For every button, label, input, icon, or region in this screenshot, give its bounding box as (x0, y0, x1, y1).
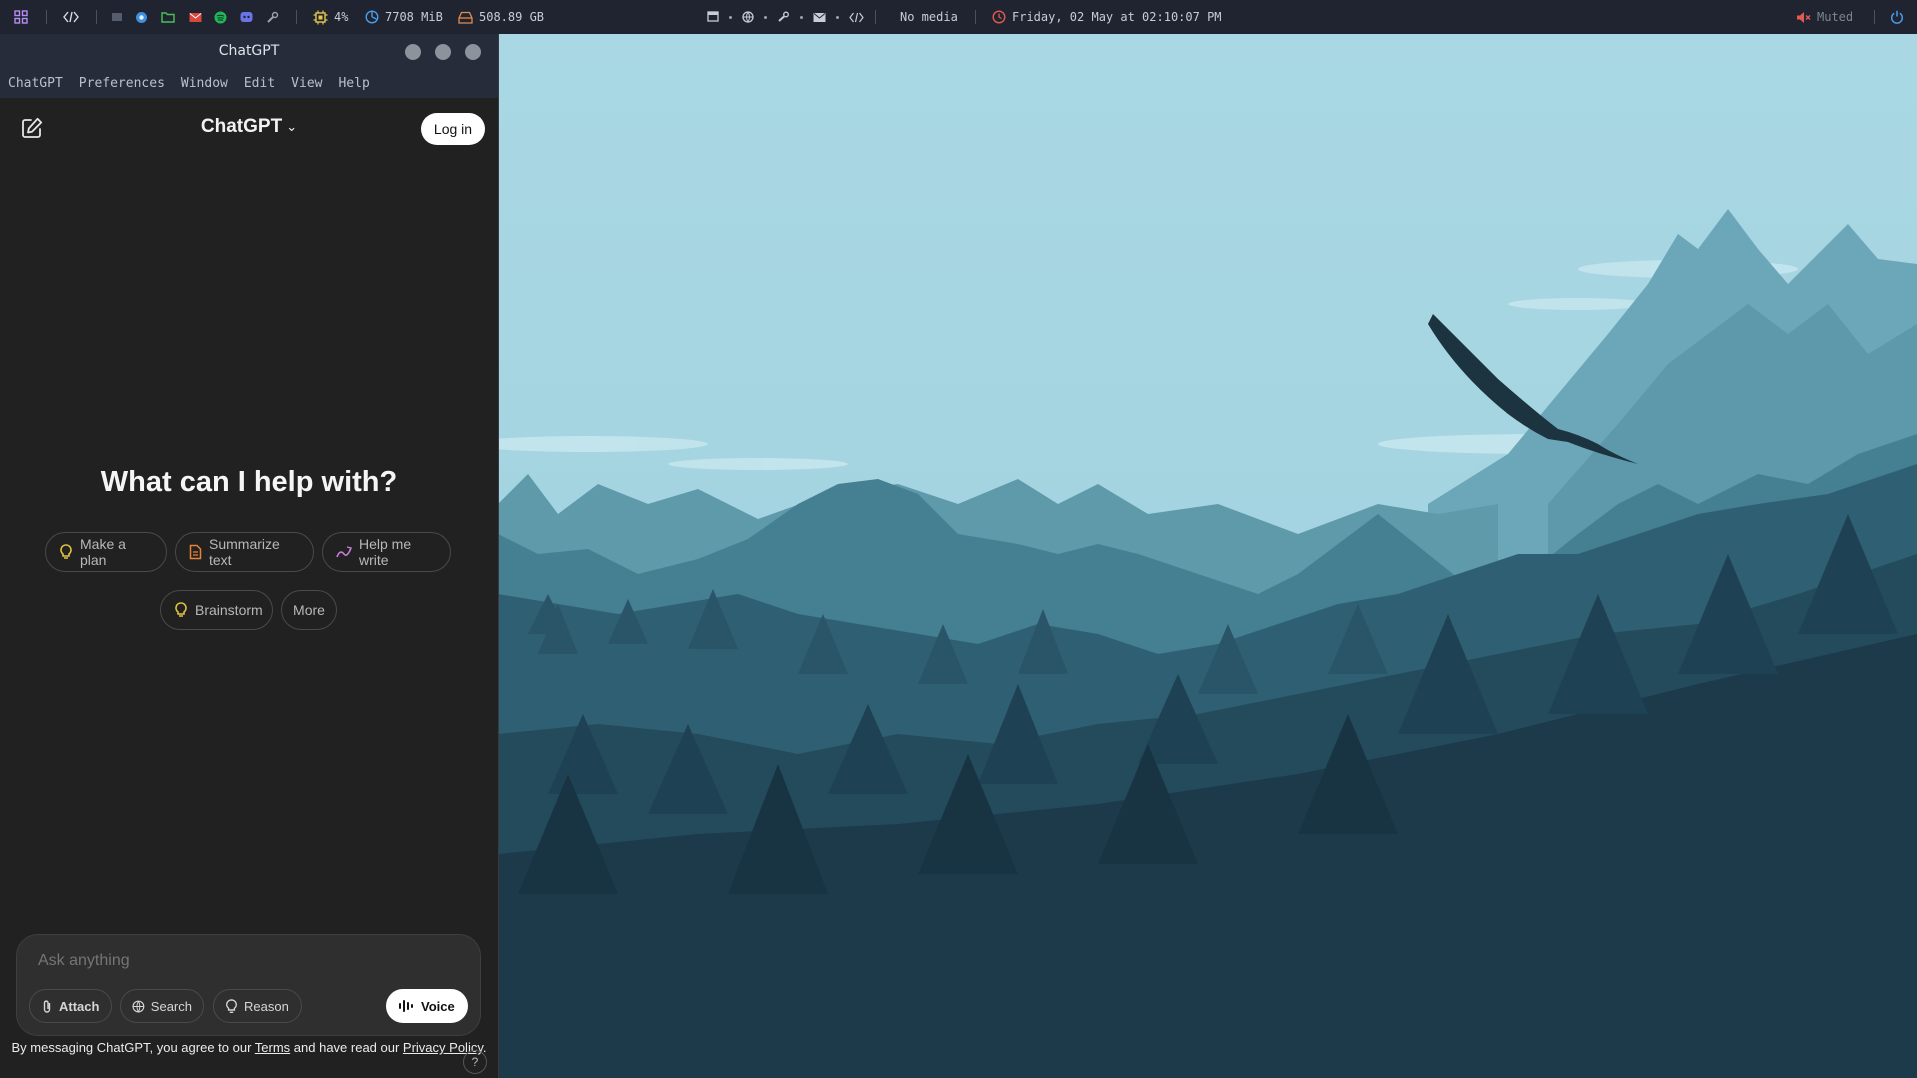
voice-waveform-icon (399, 1000, 413, 1012)
suggestion-label: Help me write (359, 536, 412, 568)
memory-icon (365, 10, 379, 24)
memory-stat: 7708 MiB (365, 0, 443, 34)
files-icon[interactable] (161, 0, 175, 34)
suggestion-summarize-text[interactable]: Summarize text (175, 532, 314, 572)
message-input[interactable] (36, 951, 460, 971)
chevron-down-icon: ⌄ (286, 119, 298, 134)
terms-link[interactable]: Terms (255, 1040, 290, 1055)
mail-icon[interactable] (189, 0, 202, 34)
volume-text: Muted (1817, 10, 1854, 24)
search-label: Search (150, 998, 192, 1014)
tray-mail-icon[interactable] (813, 12, 826, 23)
apps-grid-icon[interactable] (14, 0, 28, 34)
suggestion-label: More (293, 602, 325, 618)
search-button[interactable]: Search (120, 989, 204, 1023)
voice-button[interactable]: Voice (386, 989, 468, 1023)
maximize-button[interactable] (435, 44, 451, 60)
tray-window-icon[interactable] (707, 0, 864, 34)
menu-preferences[interactable]: Preferences (79, 76, 165, 91)
attach-label: Attach (59, 998, 100, 1014)
window-title: ChatGPT (218, 43, 280, 59)
steam-icon[interactable] (266, 0, 279, 34)
suggestion-label: Summarize text (209, 536, 280, 568)
window-titlebar[interactable]: ChatGPT (0, 34, 498, 68)
code-icon[interactable] (63, 0, 79, 34)
cpu-stat: 4% (313, 0, 348, 34)
terminal-icon[interactable] (111, 0, 123, 34)
suggestion-label: Brainstorm (195, 602, 263, 618)
muted-speaker-icon (1797, 11, 1811, 23)
lightbulb-icon (175, 602, 187, 617)
tray-globe-icon[interactable] (742, 11, 754, 23)
disclaimer-text: By messaging ChatGPT, you agree to our (11, 1040, 255, 1055)
document-icon (189, 544, 202, 560)
menu-help[interactable]: Help (338, 76, 369, 91)
media-status[interactable]: No media (900, 0, 958, 34)
tray-steam-icon[interactable] (777, 11, 790, 23)
power-icon[interactable] (1890, 0, 1904, 34)
clock[interactable]: Friday, 02 May at 02:10:07 PM (992, 0, 1222, 34)
disk-stat: 508.89 GB (458, 0, 544, 34)
terms-disclaimer: By messaging ChatGPT, you agree to our T… (0, 1041, 498, 1055)
help-button[interactable]: ? (463, 1050, 487, 1074)
disk-value: 508.89 GB (479, 10, 545, 24)
globe-icon (132, 1000, 145, 1013)
clock-icon (992, 10, 1006, 24)
spotify-icon[interactable] (214, 0, 227, 34)
menubar: ChatGPT Preferences Window Edit View Hel… (0, 68, 498, 98)
desktop-wallpaper (498, 34, 1917, 1078)
suggestion-label: Make a plan (80, 536, 126, 568)
suggestion-help-me-write[interactable]: Help me write (322, 532, 451, 572)
system-topbar: 4% 7708 MiB 508.89 GB No media Friday, 0… (0, 0, 1917, 34)
cpu-icon (313, 10, 328, 24)
menu-chatgpt[interactable]: ChatGPT (8, 76, 63, 91)
memory-value: 7708 MiB (385, 10, 443, 24)
attach-button[interactable]: Attach (29, 989, 112, 1023)
reason-label: Reason (244, 998, 289, 1014)
menu-window[interactable]: Window (181, 76, 228, 91)
suggestion-make-a-plan[interactable]: Make a plan (45, 532, 167, 572)
login-button[interactable]: Log in (421, 113, 485, 145)
menu-edit[interactable]: Edit (244, 76, 275, 91)
close-button[interactable] (465, 44, 481, 60)
model-name: ChatGPT (200, 116, 283, 137)
cpu-value: 4% (334, 10, 349, 24)
chatgpt-window: ChatGPT ChatGPT Preferences Window Edit … (0, 34, 499, 1078)
disclaimer-text: and have read our (290, 1040, 403, 1055)
suggestion-brainstorm[interactable]: Brainstorm (160, 590, 273, 630)
menu-view[interactable]: View (291, 76, 322, 91)
lightbulb-icon (226, 998, 237, 1013)
reason-button[interactable]: Reason (213, 989, 302, 1023)
disk-icon (458, 11, 473, 24)
message-composer: Attach Search Reason Voice (16, 934, 481, 1036)
minimize-button[interactable] (405, 44, 421, 60)
page-title: What can I help with? (100, 466, 398, 498)
paperclip-icon (43, 999, 51, 1013)
clock-text: Friday, 02 May at 02:10:07 PM (1012, 10, 1222, 24)
voice-label: Voice (421, 998, 455, 1014)
pen-icon (336, 546, 352, 558)
discord-icon[interactable] (240, 0, 253, 34)
tray-code-icon[interactable] (849, 12, 864, 23)
suggestion-more[interactable]: More (281, 590, 337, 630)
mountain-landscape (498, 34, 1917, 1078)
lightbulb-icon (60, 544, 72, 559)
volume-status[interactable]: Muted (1796, 0, 1853, 34)
browser-icon[interactable] (135, 0, 148, 34)
